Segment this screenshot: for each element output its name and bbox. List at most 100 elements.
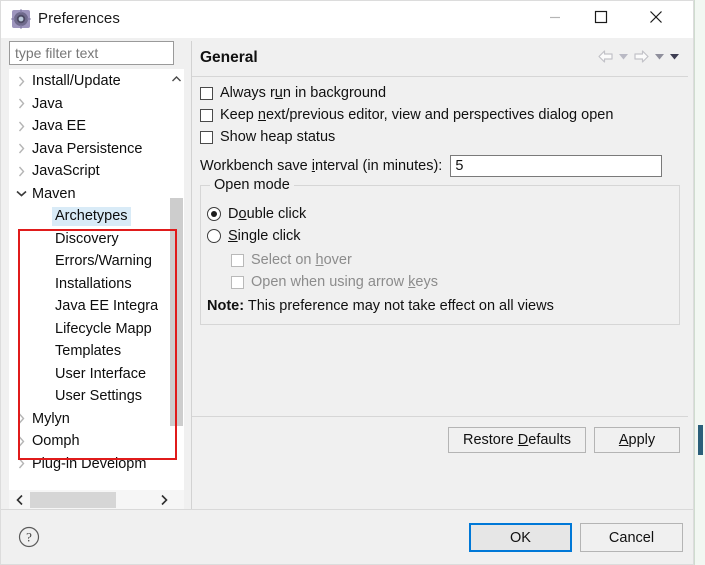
chevron-right-icon[interactable] xyxy=(10,143,32,154)
radio-box[interactable] xyxy=(207,207,221,221)
apply-label: Apply xyxy=(618,432,656,448)
tree-item-plug-in-developm[interactable]: Plug-in Developm xyxy=(10,453,172,476)
window-title: Preferences xyxy=(38,10,120,27)
tree-item-java-ee[interactable]: Java EE xyxy=(10,115,172,138)
checkbox-label: Open when using arrow keys xyxy=(251,274,438,290)
tree-item-templates[interactable]: Templates xyxy=(10,340,172,363)
background-window-edge xyxy=(694,0,705,565)
tree-item-discovery[interactable]: Discovery xyxy=(10,228,172,251)
forward-arrow-icon[interactable] xyxy=(633,49,650,64)
tree-item-label: Plug-in Developm xyxy=(32,455,147,472)
tree-item-label: Java EE xyxy=(32,118,86,135)
radio-single-click[interactable]: Single click xyxy=(207,228,301,244)
chevron-right-icon[interactable] xyxy=(10,121,32,132)
preferences-dialog: Preferences Install/Update Java Java EE Jav… xyxy=(0,0,694,565)
tree-item-user-interface[interactable]: User Interface xyxy=(10,363,172,386)
chevron-right-icon[interactable] xyxy=(10,458,32,469)
tree-item-label: JavaScript xyxy=(32,163,100,180)
preference-page-general: General Always run in background Keep ne… xyxy=(191,41,688,511)
preferences-gear-icon xyxy=(11,9,31,29)
tree-item-label: User Settings xyxy=(55,388,143,405)
preference-tree[interactable]: Install/Update Java Java EE Java Persistenc… xyxy=(9,69,184,511)
chevron-down-icon[interactable] xyxy=(654,52,665,61)
checkbox-box xyxy=(231,253,244,267)
title-bar: Preferences xyxy=(1,1,693,38)
maximize-icon[interactable] xyxy=(578,1,624,33)
tree-item-label: Lifecycle Mapp xyxy=(55,320,152,337)
chevron-down-icon[interactable] xyxy=(618,52,629,61)
page-navigation-toolbar xyxy=(597,49,680,64)
close-icon[interactable] xyxy=(633,1,679,33)
chevron-right-icon[interactable] xyxy=(10,98,32,109)
note-label: Note: xyxy=(207,298,245,314)
tree-vertical-scrollbar[interactable] xyxy=(170,70,183,510)
checkbox-box[interactable] xyxy=(200,86,213,100)
tree-item-maven[interactable]: Maven xyxy=(10,183,172,206)
page-header: General xyxy=(192,41,688,77)
tree-item-oomph[interactable]: Oomph xyxy=(10,430,172,453)
tree-item-java[interactable]: Java xyxy=(10,93,172,116)
view-menu-icon[interactable] xyxy=(669,52,680,61)
tree-item-label: Java EE Integra xyxy=(55,298,159,315)
chevron-right-icon[interactable] xyxy=(10,436,32,447)
tree-item-label: Mylyn xyxy=(32,410,70,427)
tree-item-install-update[interactable]: Install/Update xyxy=(10,70,172,93)
radio-double-click[interactable]: Double click xyxy=(207,206,306,222)
checkbox-label: Select on hover xyxy=(251,252,352,268)
tree-item-archetypes[interactable]: Archetypes xyxy=(10,205,172,228)
minimize-icon[interactable] xyxy=(532,1,578,33)
checkbox-keep-next-previous-dialog-open[interactable]: Keep next/previous editor, view and pers… xyxy=(200,107,613,123)
tree-item-java-ee-integra[interactable]: Java EE Integra xyxy=(10,295,172,318)
radio-label: Single click xyxy=(228,228,301,244)
tree-item-label: Install/Update xyxy=(32,73,121,90)
open-mode-legend: Open mode xyxy=(210,177,294,193)
background-window-accent xyxy=(698,425,703,455)
tree-item-errors-warning[interactable]: Errors/Warning xyxy=(10,250,172,273)
tree-item-label: Archetypes xyxy=(52,206,131,226)
tree-item-lifecycle-mapp[interactable]: Lifecycle Mapp xyxy=(10,318,172,341)
tree-item-mylyn[interactable]: Mylyn xyxy=(10,408,172,431)
tree-item-javascript[interactable]: JavaScript xyxy=(10,160,172,183)
open-mode-group: Open mode Double click Single click Sele… xyxy=(200,177,680,325)
save-interval-input[interactable] xyxy=(450,155,663,177)
checkbox-show-heap-status[interactable]: Show heap status xyxy=(200,129,335,145)
tree-item-user-settings[interactable]: User Settings xyxy=(10,385,172,408)
checkbox-box[interactable] xyxy=(200,108,213,122)
chevron-up-icon[interactable] xyxy=(170,70,183,87)
scrollbar-thumb[interactable] xyxy=(170,198,183,426)
tree-item-label: Templates xyxy=(55,343,122,360)
checkbox-label: Always run in background xyxy=(220,85,387,101)
chevron-left-icon[interactable] xyxy=(11,490,28,510)
chevron-right-icon[interactable] xyxy=(10,166,32,177)
restore-defaults-button[interactable]: Restore Defaults xyxy=(447,427,586,453)
filter-box[interactable] xyxy=(9,41,174,65)
chevron-down-icon[interactable] xyxy=(10,190,32,197)
tree-item-label: Oomph xyxy=(32,433,80,450)
page-title: General xyxy=(200,49,258,66)
tree-item-label: Installations xyxy=(55,275,132,292)
tree-item-label: Java Persistence xyxy=(32,140,143,157)
tree-item-label: Errors/Warning xyxy=(55,253,152,270)
chevron-right-icon[interactable] xyxy=(155,490,172,510)
radio-box[interactable] xyxy=(207,229,221,243)
back-arrow-icon[interactable] xyxy=(597,49,614,64)
open-mode-note: Note: This preference may not take effec… xyxy=(207,298,554,314)
apply-button[interactable]: Apply xyxy=(594,427,680,453)
tree-item-java-persistence[interactable]: Java Persistence xyxy=(10,138,172,161)
chevron-right-icon[interactable] xyxy=(10,413,32,424)
cancel-button[interactable]: Cancel xyxy=(580,523,683,552)
restore-defaults-label: Restore Defaults xyxy=(462,432,571,448)
ok-button[interactable]: OK xyxy=(469,523,572,552)
checkbox-label: Keep next/previous editor, view and pers… xyxy=(220,107,614,123)
tree-horizontal-scrollbar[interactable] xyxy=(9,490,184,510)
tree-item-label: Java xyxy=(32,95,63,112)
tree-item-installations[interactable]: Installations xyxy=(10,273,172,296)
search-input[interactable] xyxy=(15,45,167,61)
checkbox-box[interactable] xyxy=(200,130,213,144)
chevron-right-icon[interactable] xyxy=(10,76,32,87)
help-question-icon[interactable]: ? xyxy=(18,526,40,548)
checkbox-label: Show heap status xyxy=(220,129,336,145)
radio-label: Double click xyxy=(228,206,307,222)
checkbox-always-run-in-background[interactable]: Always run in background xyxy=(200,85,386,101)
scrollbar-thumb[interactable] xyxy=(30,492,116,508)
